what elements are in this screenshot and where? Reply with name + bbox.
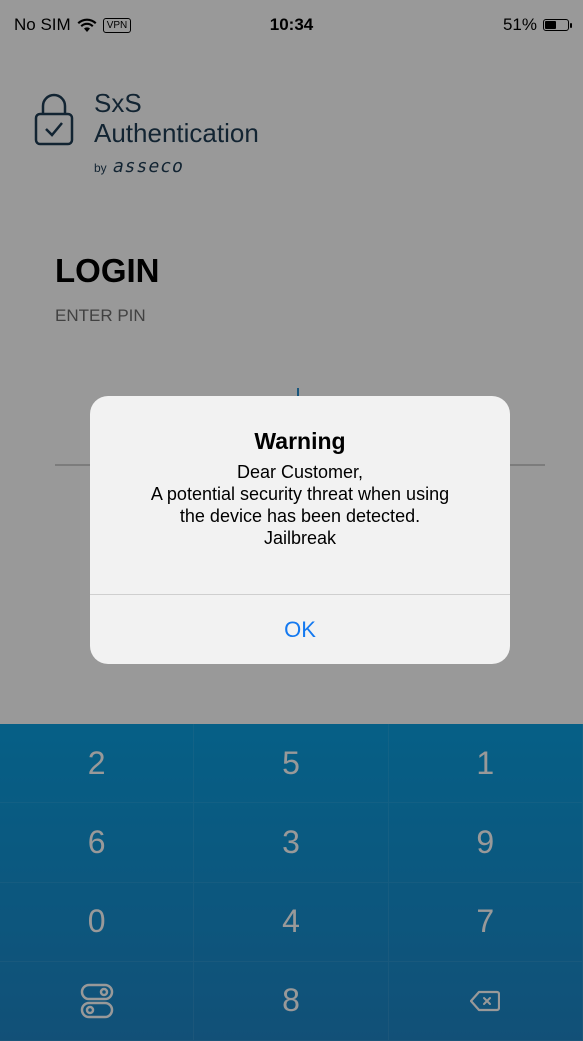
dialog-message-line: A potential security threat when using	[150, 484, 450, 504]
warning-dialog: Warning Dear Customer, A potential secur…	[90, 396, 510, 664]
dialog-message-line: Dear Customer,	[236, 462, 364, 482]
dialog-message-line: Jailbreak	[263, 528, 337, 548]
dialog-title: Warning	[254, 428, 346, 454]
screen: No SIM VPN 10:34 51% SxS Authentication	[0, 0, 583, 1041]
dialog-message-line: the device has been detected.	[179, 506, 421, 526]
dialog-message: Dear Customer, A potential security thre…	[90, 461, 510, 549]
ok-button[interactable]: OK	[90, 595, 510, 664]
